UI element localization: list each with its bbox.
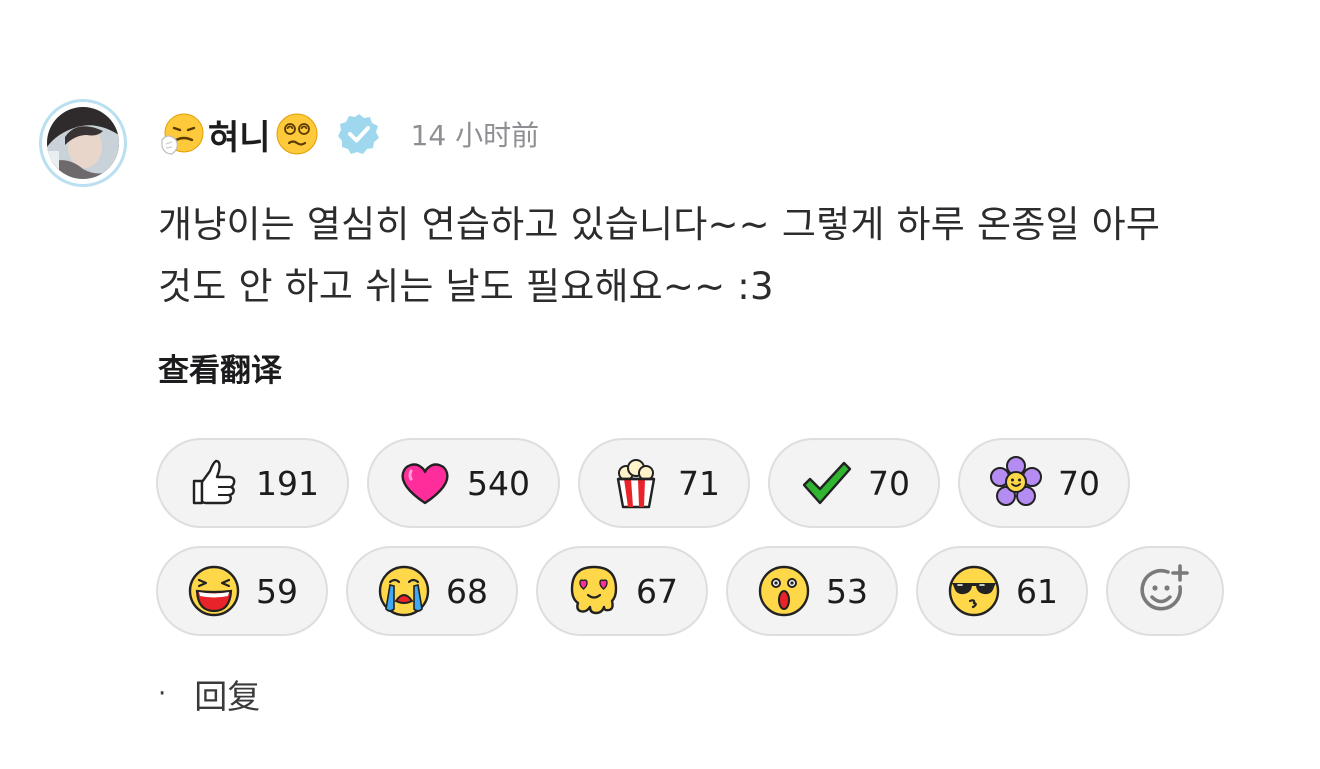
reaction-count: 70: [868, 463, 910, 503]
reaction-popcorn[interactable]: 71: [578, 438, 750, 528]
reactions-bar: 191 540 71 70 70 59 68 67 53 61: [156, 438, 1266, 654]
comment-post: 혀니 14 小时前 개냥이는 열심히 연습하고 있습니다~~ 그렇게 하루 온종…: [0, 0, 1320, 769]
post-footer: · 回复: [158, 670, 260, 718]
add-reaction-icon: [1140, 564, 1189, 611]
reaction-crying[interactable]: 68: [346, 546, 518, 636]
reaction-flower[interactable]: 70: [958, 438, 1130, 528]
reaction-count: 191: [256, 463, 319, 503]
reaction-laughing[interactable]: 59: [156, 546, 328, 636]
post-timestamp: 14 小时前: [410, 119, 540, 152]
reaction-count: 61: [1016, 571, 1058, 611]
post-content: 개냥이는 열심히 연습하고 있습니다~~ 그렇게 하루 온종일 아무 것도 안 …: [158, 194, 1283, 318]
reaction-count: 67: [636, 571, 678, 611]
reaction-melting-heart-eyes[interactable]: 67: [536, 546, 708, 636]
thumbs-up-icon: [192, 459, 236, 505]
crying-face-icon: [378, 565, 430, 617]
reaction-count: 68: [446, 571, 488, 611]
reaction-count: 59: [256, 571, 298, 611]
author-name[interactable]: 혀니: [208, 110, 271, 159]
reply-button[interactable]: 回复: [194, 670, 260, 718]
verified-badge-icon: [337, 114, 379, 154]
avatar-portrait-icon: [47, 107, 119, 179]
reaction-count: 70: [1058, 463, 1100, 503]
separator-dot: ·: [158, 679, 167, 709]
reactions-row: 191 540 71 70 70: [156, 438, 1266, 528]
translate-link[interactable]: 查看翻译: [158, 345, 282, 390]
post-content-line: 개냥이는 열심히 연습하고 있습니다~~ 그렇게 하루 온종일 아무: [158, 203, 1161, 246]
reaction-count: 53: [826, 571, 868, 611]
reaction-surprised[interactable]: 53: [726, 546, 898, 636]
reaction-thumbs-up[interactable]: 191: [156, 438, 349, 528]
surprised-face-icon: [758, 565, 810, 617]
avatar-photo: [47, 107, 119, 179]
reaction-count: 540: [467, 463, 530, 503]
sneezing-face-icon: [161, 113, 204, 155]
check-mark-icon: [802, 461, 852, 505]
melting-heart-eyes-icon: [570, 565, 618, 615]
laughing-face-icon: [188, 565, 240, 617]
post-content-line: 것도 안 하고 쉬는 날도 필요해요~~ :3: [158, 265, 774, 308]
dizzy-face-icon: [276, 113, 318, 155]
heart-icon: [401, 463, 449, 505]
reaction-check-mark[interactable]: 70: [768, 438, 940, 528]
post-header: 혀니 14 小时前: [158, 108, 539, 160]
avatar[interactable]: [39, 99, 127, 187]
reaction-count: 71: [678, 463, 720, 503]
reactions-row: 59 68 67 53 61: [156, 546, 1266, 636]
cool-sunglasses-face-icon: [948, 565, 1000, 617]
flower-icon: [990, 456, 1042, 506]
reaction-heart[interactable]: 540: [367, 438, 560, 528]
reaction-cool[interactable]: 61: [916, 546, 1088, 636]
popcorn-icon: [616, 459, 656, 509]
add-reaction-button[interactable]: [1106, 546, 1224, 636]
